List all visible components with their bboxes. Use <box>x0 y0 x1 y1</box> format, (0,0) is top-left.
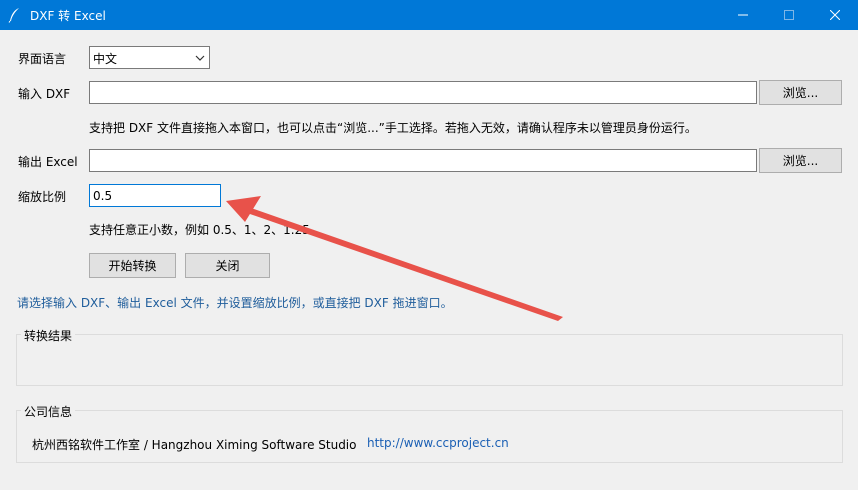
input-dxf-field[interactable] <box>89 81 757 104</box>
minimize-button[interactable] <box>720 0 766 30</box>
chevron-down-icon <box>195 55 205 61</box>
title-bar: DXF 转 Excel <box>0 0 858 30</box>
scale-input[interactable] <box>90 185 220 206</box>
company-url-link[interactable]: http://www.ccproject.cn <box>367 436 509 450</box>
window-title: DXF 转 Excel <box>30 9 106 23</box>
close-window-button[interactable] <box>812 0 858 30</box>
close-button[interactable]: 关闭 <box>185 253 270 278</box>
status-text: 请选择输入 DXF、输出 Excel 文件，并设置缩放比例，或直接把 DXF 拖… <box>17 296 453 310</box>
language-value: 中文 <box>93 52 118 66</box>
result-group-title: 转换结果 <box>21 327 76 344</box>
language-select[interactable]: 中文 <box>89 46 210 69</box>
result-group <box>16 334 843 386</box>
input-dxf-label: 输入 DXF <box>18 87 71 101</box>
company-name: 杭州西铭软件工作室 / Hangzhou Ximing Software Stu… <box>32 438 357 452</box>
scale-hint: 支持任意正小数，例如 0.5、1、2、1.25 <box>89 223 310 237</box>
language-label: 界面语言 <box>18 52 67 66</box>
maximize-icon <box>784 10 794 20</box>
scale-label: 缩放比例 <box>18 190 67 204</box>
drag-hint: 支持把 DXF 文件直接拖入本窗口，也可以点击“浏览...”手工选择。若拖入无效… <box>89 121 697 135</box>
feather-icon <box>8 7 22 23</box>
annotation-arrow-head <box>226 196 261 222</box>
close-icon <box>830 10 840 20</box>
output-excel-label: 输出 Excel <box>18 155 78 169</box>
output-excel-field[interactable] <box>89 149 757 172</box>
input-dxf-input[interactable] <box>90 82 756 103</box>
company-group-title: 公司信息 <box>21 403 76 420</box>
scale-field[interactable] <box>89 184 221 207</box>
output-excel-input[interactable] <box>90 150 756 171</box>
start-convert-button[interactable]: 开始转换 <box>89 253 176 278</box>
browse-output-button[interactable]: 浏览... <box>759 148 842 173</box>
minimize-icon <box>738 14 748 16</box>
browse-input-button[interactable]: 浏览... <box>759 80 842 105</box>
maximize-button[interactable] <box>766 0 812 30</box>
